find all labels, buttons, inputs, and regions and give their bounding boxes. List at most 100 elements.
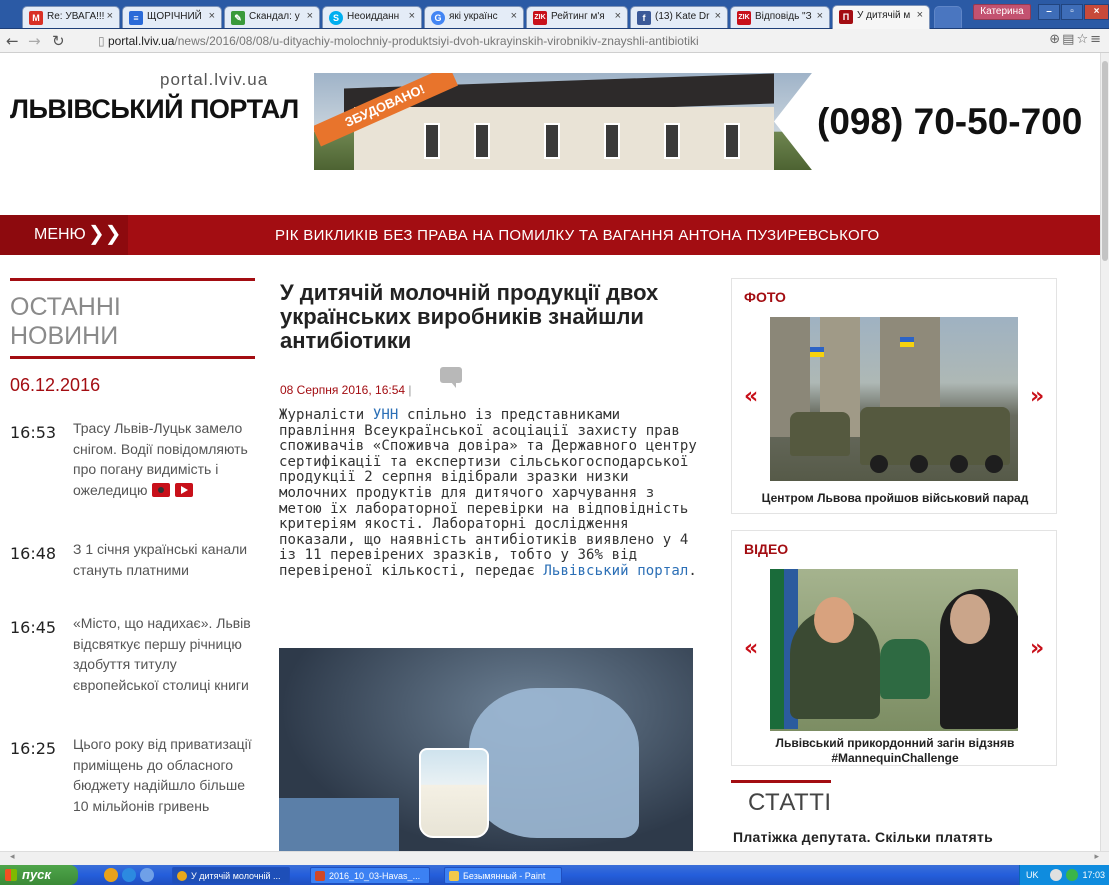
widget-title[interactable]: ФОТО xyxy=(744,289,786,305)
chrome-icon[interactable] xyxy=(104,868,118,882)
prev-arrow-icon[interactable]: « xyxy=(744,636,758,661)
close-icon[interactable]: × xyxy=(511,10,517,22)
menu-button[interactable]: МЕНЮ ❯❯ xyxy=(0,215,128,255)
taskbar-window[interactable]: У дитячій молочній ... xyxy=(172,867,290,884)
browser-tab[interactable]: M Re: УВАГА!!! × xyxy=(22,6,120,28)
photo-wheel xyxy=(950,455,968,473)
ie-icon[interactable] xyxy=(122,868,136,882)
article-text: спільно із представниками правління Всеу… xyxy=(279,407,697,579)
bookmark-star-icon[interactable]: ☆ xyxy=(1076,32,1090,47)
main-menu-bar: МЕНЮ ❯❯ РІК ВИКЛИКІВ БЕЗ ПРАВА НА ПОМИЛК… xyxy=(0,215,1100,255)
close-window-icon[interactable]: × xyxy=(1084,4,1109,20)
pencil-icon: ✎ xyxy=(231,11,245,25)
tab-label: ЩОРІЧНИЙ xyxy=(147,11,202,22)
photo-caption[interactable]: Центром Львова пройшов військовий парад xyxy=(732,491,1058,506)
logo-url[interactable]: portal.lviv.ua xyxy=(160,70,268,90)
video-icon xyxy=(175,482,194,497)
horizontal-scrollbar[interactable]: ◂ ▸ xyxy=(0,851,1109,865)
prev-arrow-icon[interactable]: « xyxy=(744,384,758,409)
news-time: 16:48 xyxy=(10,544,57,563)
close-icon[interactable]: × xyxy=(715,10,721,22)
news-headline[interactable]: Трасу Львів-Луцьк замело снігом. Водії п… xyxy=(73,418,253,500)
tab-label: які українс xyxy=(449,11,498,22)
browser-tab[interactable]: ZIK Рейтинг м'я × xyxy=(526,6,628,28)
news-time: 16:53 xyxy=(10,423,57,442)
photo-wheel xyxy=(985,455,1003,473)
browser-tab-active[interactable]: П У дитячій м × xyxy=(832,5,930,29)
close-icon[interactable]: × xyxy=(615,10,621,22)
back-arrow-icon[interactable]: ← xyxy=(6,32,19,50)
menu-icon[interactable]: ≡ xyxy=(1090,32,1103,47)
scroll-right-icon[interactable]: ▸ xyxy=(1094,852,1099,862)
close-icon[interactable]: × xyxy=(307,10,313,22)
divider xyxy=(10,278,255,281)
task-label: У дитячій молочній ... xyxy=(191,871,281,881)
taskbar-window[interactable]: 2016_10_03-Havas_... xyxy=(310,867,430,884)
next-arrow-icon[interactable]: » xyxy=(1030,384,1044,409)
antivirus-icon[interactable] xyxy=(1066,869,1078,881)
scroll-thumb[interactable] xyxy=(1102,61,1108,261)
browser-tab[interactable]: ≡ ЩОРІЧНИЙ × xyxy=(122,6,222,28)
photo-vehicle xyxy=(790,412,850,456)
video-thumbnail[interactable] xyxy=(770,569,1018,731)
flag-icon xyxy=(810,347,824,357)
portal-link[interactable]: Львівський портал xyxy=(543,563,688,579)
tab-label: Re: УВАГА!!! xyxy=(47,11,105,22)
network-icon[interactable] xyxy=(1050,869,1062,881)
task-label: Безымянный - Paint xyxy=(463,871,546,881)
chrome-icon xyxy=(177,871,187,881)
article-body: Журналісти УНН спільно із представниками… xyxy=(279,407,699,580)
articles-section-title: СТАТТІ xyxy=(748,789,832,816)
zoom-icon[interactable]: ⊕ xyxy=(1049,32,1062,47)
facebook-icon: f xyxy=(637,11,651,25)
browser-tab[interactable]: G які українс × xyxy=(424,6,524,28)
article-title: У дитячій молочній продукції двох україн… xyxy=(280,280,659,353)
comment-icon[interactable] xyxy=(440,367,462,388)
browser-tab[interactable]: S Неоидданн × xyxy=(322,6,422,28)
scroll-left-icon[interactable]: ◂ xyxy=(10,852,15,862)
browser-tab[interactable]: f (13) Kate Dr × xyxy=(630,6,728,28)
articles-first-headline[interactable]: Платіжка депутата. Скільки платять xyxy=(733,829,993,845)
ad-banner[interactable]: ЗБУДОВАНО! (098) 70-50-700 xyxy=(314,73,1090,170)
clock[interactable]: 17:03 xyxy=(1082,870,1105,880)
close-icon[interactable]: × xyxy=(409,10,415,22)
gmail-icon: M xyxy=(29,11,43,25)
widget-title[interactable]: ВІДЕО xyxy=(744,541,788,557)
news-headline[interactable]: З 1 січня українські канали стануть плат… xyxy=(73,539,253,580)
photo-sleeve xyxy=(279,798,399,851)
close-icon[interactable]: × xyxy=(817,10,823,22)
forward-arrow-icon[interactable]: → xyxy=(28,32,41,50)
start-button[interactable]: пуск xyxy=(0,865,78,885)
browser-tab[interactable]: ZIK Відповідь "З × xyxy=(730,6,830,28)
system-tray: UK 17:03 xyxy=(1019,865,1109,885)
browser-tab[interactable]: ✎ Скандал: у × xyxy=(224,6,320,28)
reload-icon[interactable]: ↻ xyxy=(52,32,65,50)
address-bar: ← → ↻ ▯ portal.lviv.ua/news/2016/08/08/u… xyxy=(0,29,1109,53)
user-profile-badge[interactable]: Катерина xyxy=(973,4,1031,20)
explorer-icon[interactable] xyxy=(140,868,154,882)
news-headline[interactable]: «Місто, що надихає». Львів відсвяткує пе… xyxy=(73,613,253,695)
vertical-scrollbar[interactable] xyxy=(1100,53,1109,851)
language-indicator[interactable]: UK xyxy=(1026,870,1039,880)
docs-icon: ≡ xyxy=(129,11,143,25)
maximize-icon[interactable]: ▫ xyxy=(1061,4,1083,20)
close-icon[interactable]: × xyxy=(107,10,113,22)
paint-icon xyxy=(449,871,459,881)
site-logo[interactable]: ЛЬВІВСЬКИЙ ПОРТАЛ xyxy=(10,94,299,125)
source-link[interactable]: УНН xyxy=(373,407,399,423)
close-icon[interactable]: × xyxy=(209,10,215,22)
photo-image[interactable] xyxy=(770,317,1018,481)
close-icon[interactable]: × xyxy=(917,9,923,21)
news-headline[interactable]: Цього року від приватизації приміщень до… xyxy=(73,734,253,816)
headline-ticker[interactable]: РІК ВИКЛИКІВ БЕЗ ПРАВА НА ПОМИЛКУ ТА ВАГ… xyxy=(275,227,880,244)
ad-window xyxy=(604,123,620,159)
minimize-icon[interactable]: – xyxy=(1038,4,1060,20)
next-arrow-icon[interactable]: » xyxy=(1030,636,1044,661)
new-tab-button[interactable] xyxy=(934,6,962,28)
translate-icon[interactable]: ▤ xyxy=(1062,32,1076,47)
taskbar-window[interactable]: Безымянный - Paint xyxy=(444,867,562,884)
url-field[interactable]: ▯ portal.lviv.ua/news/2016/08/08/u-ditya… xyxy=(90,32,1020,50)
photo-award xyxy=(880,639,930,699)
latest-news-title: ОСТАННІ НОВИНИ xyxy=(10,293,121,350)
video-caption[interactable]: Львівський прикордонний загін відзняв #M… xyxy=(732,736,1058,766)
